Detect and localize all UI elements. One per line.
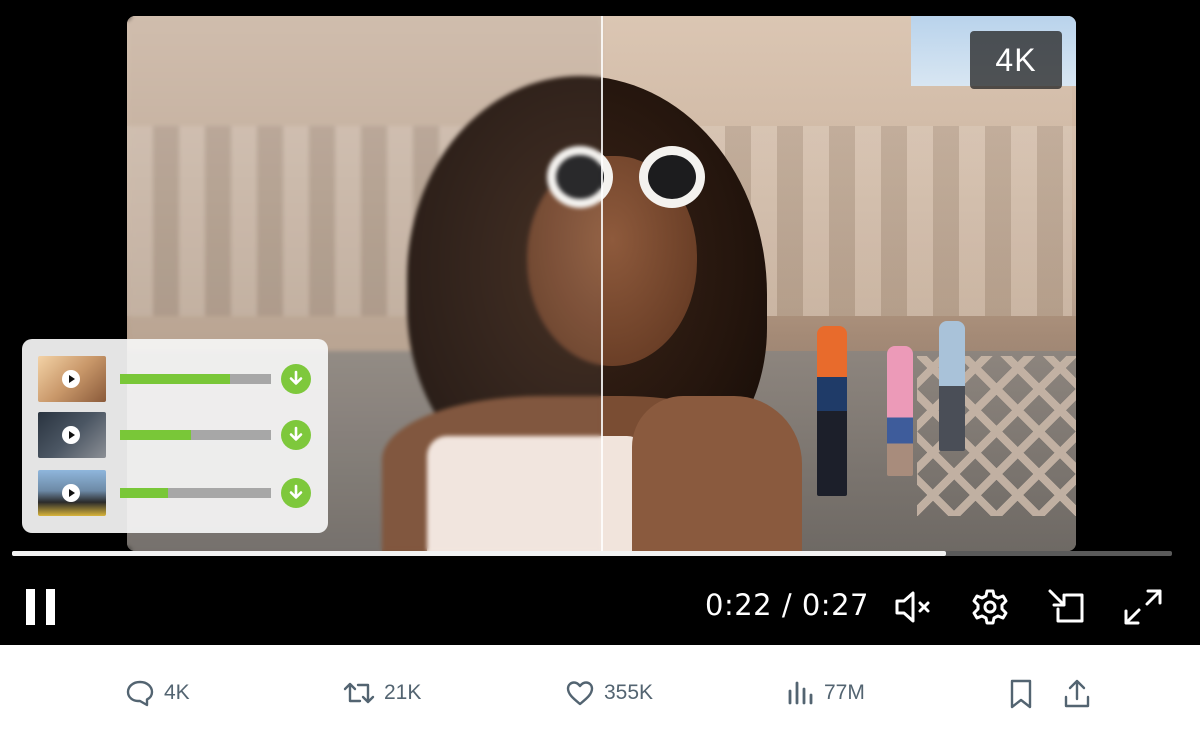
comment-icon (126, 680, 154, 707)
video-thumbnail[interactable] (38, 412, 106, 458)
time-display: 0:22 / 0:27 (705, 588, 869, 622)
download-progress-bar (120, 430, 271, 440)
analytics-icon (788, 681, 813, 705)
comparison-divider[interactable] (601, 16, 603, 551)
pause-icon (26, 589, 35, 625)
pause-icon-bar (46, 589, 55, 625)
video-thumbnail[interactable] (38, 356, 106, 402)
quality-badge: 4K (970, 31, 1062, 89)
video-person (939, 321, 965, 451)
play-icon[interactable] (62, 370, 80, 388)
seek-bar[interactable] (12, 551, 1172, 556)
video-subject-arm (632, 396, 802, 551)
video-player[interactable]: 4K 0:22 / 0:27 (0, 0, 1200, 645)
picture-in-picture-icon (1048, 589, 1084, 623)
gear-icon (972, 589, 1008, 625)
reply-button[interactable]: 4K (124, 677, 190, 709)
player-controls: 0:22 / 0:27 (0, 575, 1200, 639)
download-panel (22, 339, 328, 533)
pause-button[interactable] (26, 589, 56, 625)
picture-in-picture-button[interactable] (1046, 587, 1088, 627)
engagement-bar: 4K 21K 355K 77M (0, 645, 1200, 740)
video-thumbnail[interactable] (38, 470, 106, 516)
settings-button[interactable] (970, 587, 1010, 627)
share-icon (1064, 679, 1090, 708)
heart-icon (566, 681, 594, 706)
download-button[interactable] (281, 478, 311, 508)
play-icon[interactable] (62, 484, 80, 502)
volume-muted-icon (895, 591, 930, 623)
video-person (817, 326, 847, 496)
fullscreen-button[interactable] (1122, 587, 1164, 627)
download-icon (289, 370, 303, 385)
seek-bar-played (12, 551, 946, 556)
repost-count: 21K (384, 681, 422, 704)
download-progress-bar (120, 488, 271, 498)
repost-button[interactable]: 21K (342, 677, 421, 709)
reply-count: 4K (164, 681, 190, 704)
download-icon (289, 484, 303, 499)
download-button[interactable] (281, 420, 311, 450)
download-item (38, 356, 318, 402)
total-time: 0:27 (801, 588, 869, 622)
download-item (38, 412, 318, 458)
views-button[interactable]: 77M (786, 677, 865, 709)
view-count: 77M (824, 681, 865, 704)
current-time: 0:22 (705, 588, 773, 622)
video-person (887, 346, 913, 476)
download-button[interactable] (281, 364, 311, 394)
like-button[interactable]: 355K (564, 677, 653, 709)
fullscreen-icon (1124, 589, 1162, 625)
time-separator: / (772, 588, 802, 622)
download-item (38, 470, 318, 516)
play-icon[interactable] (62, 426, 80, 444)
bookmark-button[interactable] (1006, 677, 1036, 711)
download-progress-bar (120, 374, 271, 384)
download-icon (289, 426, 303, 441)
share-button[interactable] (1061, 677, 1093, 711)
bookmark-icon (1010, 679, 1032, 709)
repost-icon (343, 682, 375, 704)
like-count: 355K (604, 681, 654, 704)
mute-button[interactable] (893, 587, 937, 627)
